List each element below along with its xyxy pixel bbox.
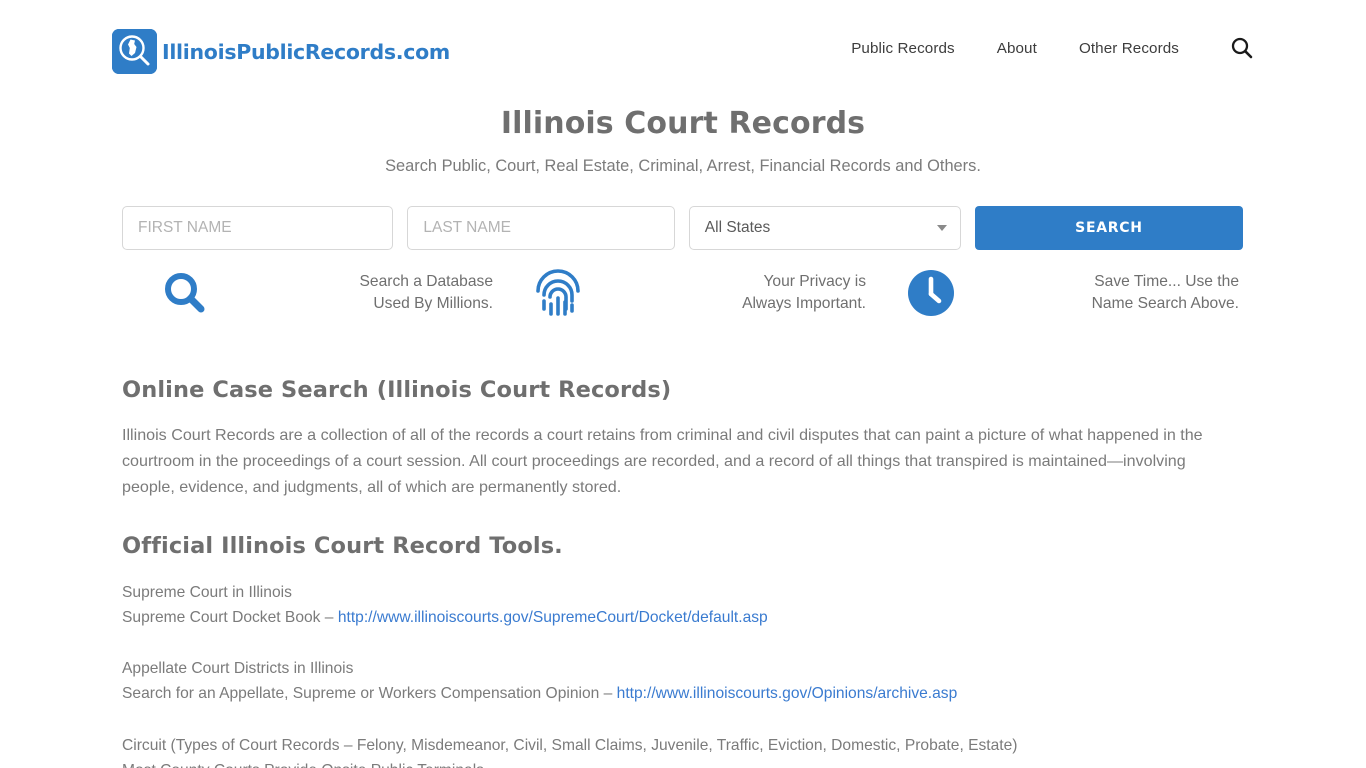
nav-item-public-records[interactable]: Public Records [830,40,976,57]
page-root: IllinoisPublicRecords.com Public Records… [0,0,1366,768]
magnifier-icon [122,268,248,318]
fingerprint-icon [495,266,621,320]
tool-link-supreme-court-docket[interactable]: http://www.illinoiscourts.gov/SupremeCou… [338,609,768,626]
tool-label: Most County Courts Provide Onsite Public… [122,758,1242,768]
section-paragraph-online-case-search: Illinois Court Records are a collection … [122,426,1203,496]
search-form: All States SEARCH [122,206,1243,250]
site-logo-text: IllinoisPublicRecords.com [162,39,450,64]
feature-line-2: Used By Millions. [373,295,493,312]
search-icon[interactable] [1230,36,1254,60]
tool-block-circuit-court: Circuit (Types of Court Records – Felony… [122,733,1242,768]
tool-block-appellate-court: Appellate Court Districts in Illinois Se… [122,656,1242,706]
nav-item-other-records[interactable]: Other Records [1058,40,1200,57]
section-title-online-case-search: Online Case Search (Illinois Court Recor… [122,377,672,403]
tool-heading: Appellate Court Districts in Illinois [122,660,354,677]
tool-link-opinions-archive[interactable]: http://www.illinoiscourts.gov/Opinions/a… [617,685,958,702]
feature-strip: Search a Database Used By Millions. Your… [122,262,1243,324]
feature-text-save-time: Save Time... Use the Name Search Above. [994,271,1241,315]
nav-item-about[interactable]: About [976,40,1058,57]
section-title-court-record-tools: Official Illinois Court Record Tools. [122,533,563,559]
search-button[interactable]: SEARCH [974,206,1243,250]
feature-line-2: Always Important. [742,295,866,312]
feature-line-1: Your Privacy is [763,273,866,290]
tool-label: Search for an Appellate, Supreme or Work… [122,685,617,702]
main-navigation: Public Records About Other Records [830,36,1254,60]
tool-label: Supreme Court Docket Book – [122,609,338,626]
tool-heading: Supreme Court in Illinois [122,584,292,601]
state-select[interactable]: All States [688,206,961,250]
clock-icon [868,268,994,318]
magnifier-illinois-logo-icon [112,29,157,74]
tool-line-with-link: Supreme Court Docket Book – http://www.i… [122,605,1242,630]
feature-text-database: Search a Database Used By Millions. [248,271,495,315]
feature-line-1: Save Time... Use the [1094,273,1239,290]
feature-item-database: Search a Database Used By Millions. [122,262,495,324]
page-title: Illinois Court Records [500,106,866,141]
last-name-input[interactable] [407,206,675,250]
state-select-value[interactable]: All States [688,206,961,250]
site-header: IllinoisPublicRecords.com Public Records… [0,0,1366,100]
first-name-input[interactable] [122,206,394,250]
feature-text-privacy: Your Privacy is Always Important. [621,271,868,315]
feature-item-privacy: Your Privacy is Always Important. [495,262,868,324]
feature-line-1: Search a Database [359,273,494,290]
site-logo[interactable]: IllinoisPublicRecords.com [112,29,450,74]
page-subtitle: Search Public, Court, Real Estate, Crimi… [385,157,981,175]
feature-line-2: Name Search Above. [1091,295,1239,312]
tool-line-with-link: Search for an Appellate, Supreme or Work… [122,681,1242,706]
tool-block-supreme-court: Supreme Court in Illinois Supreme Court … [122,580,1242,630]
feature-item-save-time: Save Time... Use the Name Search Above. [868,262,1241,324]
tool-heading: Circuit (Types of Court Records – Felony… [122,737,1018,754]
